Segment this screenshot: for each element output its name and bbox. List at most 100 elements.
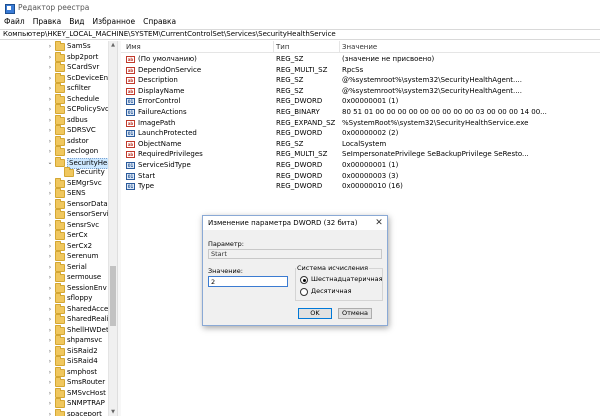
chevron-right-icon[interactable]: › — [47, 262, 53, 273]
chevron-right-icon[interactable]: › — [47, 367, 53, 378]
chevron-right-icon[interactable]: › — [47, 115, 53, 126]
tree-item[interactable]: › SENS — [0, 188, 108, 199]
tree-item[interactable]: › SharedAccess — [0, 303, 116, 315]
radio-dec[interactable] — [300, 288, 308, 296]
tree-item[interactable]: › SharedRealityS — [0, 314, 117, 325]
column-header-name[interactable]: Имя — [121, 41, 274, 53]
chevron-right-icon[interactable]: › — [47, 314, 53, 325]
list-row[interactable]: ab Description REG_SZ @%systemroot%\system3… — [121, 75, 600, 86]
chevron-right-icon[interactable]: › — [47, 188, 53, 199]
chevron-right-icon[interactable]: › — [47, 356, 53, 367]
tree-item[interactable]: Security — [0, 167, 108, 178]
scroll-down-icon[interactable]: ▼ — [109, 408, 117, 416]
tree-scrollbar[interactable]: ▲ ▼ — [108, 41, 117, 416]
tree-item[interactable]: › Schedule — [0, 93, 108, 105]
list-row[interactable]: ab ImagePath REG_EXPAND_SZ %SystemRoot%\sys… — [121, 118, 600, 129]
chevron-right-icon[interactable]: › — [47, 52, 53, 63]
tree-item[interactable]: › seclogon — [0, 146, 108, 157]
radio-hex-label[interactable]: Шестнадцатеричная — [311, 275, 383, 283]
list-row[interactable]: 01 LaunchProtected REG_DWORD 0x00000002 (2) — [121, 128, 600, 139]
tree-item[interactable]: › Serial — [0, 261, 108, 273]
value-data-input[interactable] — [208, 276, 288, 287]
chevron-right-icon[interactable]: › — [47, 251, 53, 262]
tree-item[interactable]: › ShellHWDetec — [0, 324, 117, 336]
tree-item[interactable]: › sdstor — [0, 135, 108, 147]
list-row[interactable]: ab ObjectName REG_SZ LocalSystem — [121, 139, 600, 150]
chevron-right-icon[interactable]: › — [47, 209, 53, 220]
tree-item[interactable]: › SamSs — [0, 41, 108, 52]
chevron-right-icon[interactable]: › — [47, 325, 53, 336]
tree-item[interactable]: › spaceport — [0, 408, 108, 416]
tree-item[interactable]: › SMSvcHost 4.0 — [0, 387, 117, 399]
chevron-right-icon[interactable]: › — [47, 409, 53, 416]
chevron-right-icon[interactable]: › — [47, 377, 53, 388]
chevron-right-icon[interactable]: › — [47, 335, 53, 346]
tree-item[interactable]: › SDRSVC — [0, 125, 108, 136]
tree-item[interactable]: › shpamsvc — [0, 335, 108, 346]
chevron-right-icon[interactable]: › — [47, 398, 53, 409]
menu-item[interactable]: Справка — [143, 17, 176, 26]
chevron-right-icon[interactable]: › — [47, 283, 53, 294]
chevron-right-icon[interactable]: › — [47, 41, 53, 52]
chevron-right-icon[interactable]: › — [47, 146, 53, 157]
chevron-right-icon[interactable]: › — [47, 94, 53, 105]
chevron-right-icon[interactable]: › — [47, 178, 53, 189]
tree-item[interactable]: › SEMgrSvc — [0, 177, 108, 189]
tree-item[interactable]: › sfloppy — [0, 293, 108, 304]
tree-item[interactable]: › SiSRaid2 — [0, 345, 108, 357]
chevron-right-icon[interactable]: › — [47, 241, 53, 252]
tree-item[interactable]: › Serenum — [0, 251, 108, 262]
list-row[interactable]: ab (По умолчанию) REG_SZ (значение не присв… — [121, 54, 600, 65]
list-row[interactable]: ab DependOnService REG_MULTI_SZ RpcSs — [121, 65, 600, 76]
chevron-right-icon[interactable]: › — [47, 62, 53, 73]
chevron-right-icon[interactable]: › — [47, 199, 53, 210]
chevron-right-icon[interactable]: › — [47, 346, 53, 357]
ok-button[interactable]: OK — [298, 308, 332, 319]
tree-item[interactable]: › SmsRouter — [0, 377, 108, 388]
tree-item[interactable]: › SCPolicySvc — [0, 104, 109, 115]
chevron-right-icon[interactable]: › — [47, 83, 53, 94]
chevron-right-icon[interactable]: › — [47, 104, 53, 115]
tree-item[interactable]: ⌄SecurityHealthS — [0, 156, 117, 169]
list-row[interactable]: ab RequiredPrivileges REG_MULTI_SZ SeImpers… — [121, 149, 600, 160]
list-row[interactable]: 01 ErrorControl REG_DWORD 0x00000001 (1) — [121, 96, 600, 107]
menu-item[interactable]: Вид — [69, 17, 84, 26]
tree-item[interactable]: › SerCx2 — [0, 240, 108, 252]
chevron-right-icon[interactable]: › — [47, 125, 53, 136]
address-bar[interactable]: Компьютер\HKEY_LOCAL_MACHINE\SYSTEM\Curr… — [0, 29, 600, 40]
tree-item[interactable]: › sbp2port — [0, 51, 108, 63]
chevron-right-icon[interactable]: › — [47, 136, 53, 147]
list-row[interactable]: ab DisplayName REG_SZ @%systemroot%\system3… — [121, 86, 600, 97]
tree-item[interactable]: › SessionEnv — [0, 282, 108, 294]
close-icon[interactable]: ✕ — [373, 217, 385, 229]
list-row[interactable]: 01 Start REG_DWORD 0x00000003 (3) — [121, 171, 600, 182]
tree-item[interactable]: › smphost — [0, 366, 108, 378]
chevron-right-icon[interactable]: › — [47, 272, 53, 283]
tree-item[interactable]: › SensrSvc — [0, 219, 108, 231]
chevron-right-icon[interactable]: › — [47, 73, 53, 84]
tree-item[interactable]: › scfilter — [0, 83, 108, 94]
chevron-right-icon[interactable]: › — [47, 220, 53, 231]
list-row[interactable]: 01 ServiceSidType REG_DWORD 0x00000001 (1) — [121, 160, 600, 171]
chevron-right-icon[interactable]: › — [47, 304, 53, 315]
chevron-right-icon[interactable]: › — [47, 230, 53, 241]
tree-item[interactable]: › sermouse — [0, 272, 108, 283]
scroll-up-icon[interactable]: ▲ — [109, 41, 117, 49]
tree-item[interactable]: › SCardSvr — [0, 62, 108, 73]
menu-item[interactable]: Избранное — [93, 17, 136, 26]
tree-item[interactable]: › SensorDataSer — [0, 198, 117, 210]
tree-item[interactable]: › sdbus — [0, 114, 108, 126]
menu-item[interactable]: Правка — [33, 17, 62, 26]
tree-item[interactable]: › ScDeviceEnum — [0, 72, 117, 84]
tree-item[interactable]: › SensorService — [0, 209, 117, 220]
radio-hex[interactable] — [300, 276, 308, 284]
chevron-down-icon[interactable]: ⌄ — [47, 157, 53, 168]
chevron-right-icon[interactable]: › — [47, 388, 53, 399]
scrollbar-thumb[interactable] — [110, 266, 116, 326]
tree-item[interactable]: › SNMPTRAP — [0, 398, 108, 409]
column-header-type[interactable]: Тип — [274, 41, 340, 53]
menu-item[interactable]: Файл — [4, 17, 25, 26]
radio-dec-label[interactable]: Десятичная — [311, 287, 352, 295]
tree-item[interactable]: › SerCx — [0, 230, 108, 241]
tree-item[interactable]: › SiSRaid4 — [0, 356, 108, 367]
